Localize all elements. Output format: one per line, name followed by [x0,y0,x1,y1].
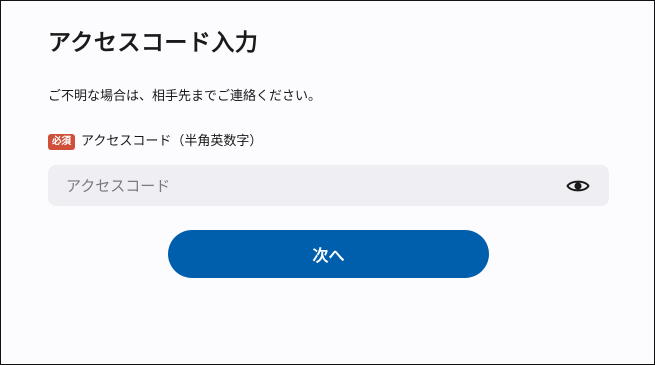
page-title: アクセスコード入力 [48,30,259,56]
access-code-panel: アクセスコード入力 ご不明な場合は、相手先までご連絡ください。 必須 アクセスコ… [0,0,655,365]
access-code-input[interactable] [48,165,548,206]
access-code-input-container [48,165,609,206]
show-password-toggle[interactable] [565,175,591,196]
access-code-label-row: 必須 アクセスコード（半角英数字） [48,132,262,152]
page-description: ご不明な場合は、相手先までご連絡ください。 [48,89,322,104]
eye-icon [566,180,590,191]
next-button[interactable]: 次へ [168,230,489,278]
required-badge: 必須 [48,134,76,150]
access-code-label: アクセスコード（半角英数字） [81,134,263,149]
